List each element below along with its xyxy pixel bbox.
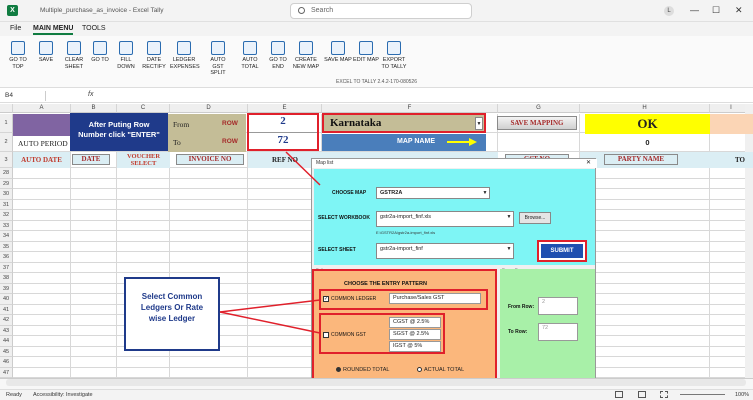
zoom-level: 100% (735, 392, 750, 398)
page-break-icon[interactable] (660, 391, 668, 398)
page-layout-icon[interactable] (638, 391, 646, 398)
normal-view-icon[interactable] (615, 391, 623, 398)
zoom-slider[interactable] (680, 394, 725, 395)
annotation-lines (219, 151, 321, 334)
status-bar: Ready Accessibility: Investigate 100% (0, 389, 753, 400)
status-ready: Ready (6, 392, 22, 398)
horizontal-scrollbar[interactable] (6, 379, 746, 386)
ledger-pointer-line-1 (219, 299, 321, 313)
enter-pointer-line (285, 151, 321, 186)
ledger-pointer-line-2 (219, 311, 321, 334)
accessibility-status[interactable]: Accessibility: Investigate (33, 392, 93, 398)
